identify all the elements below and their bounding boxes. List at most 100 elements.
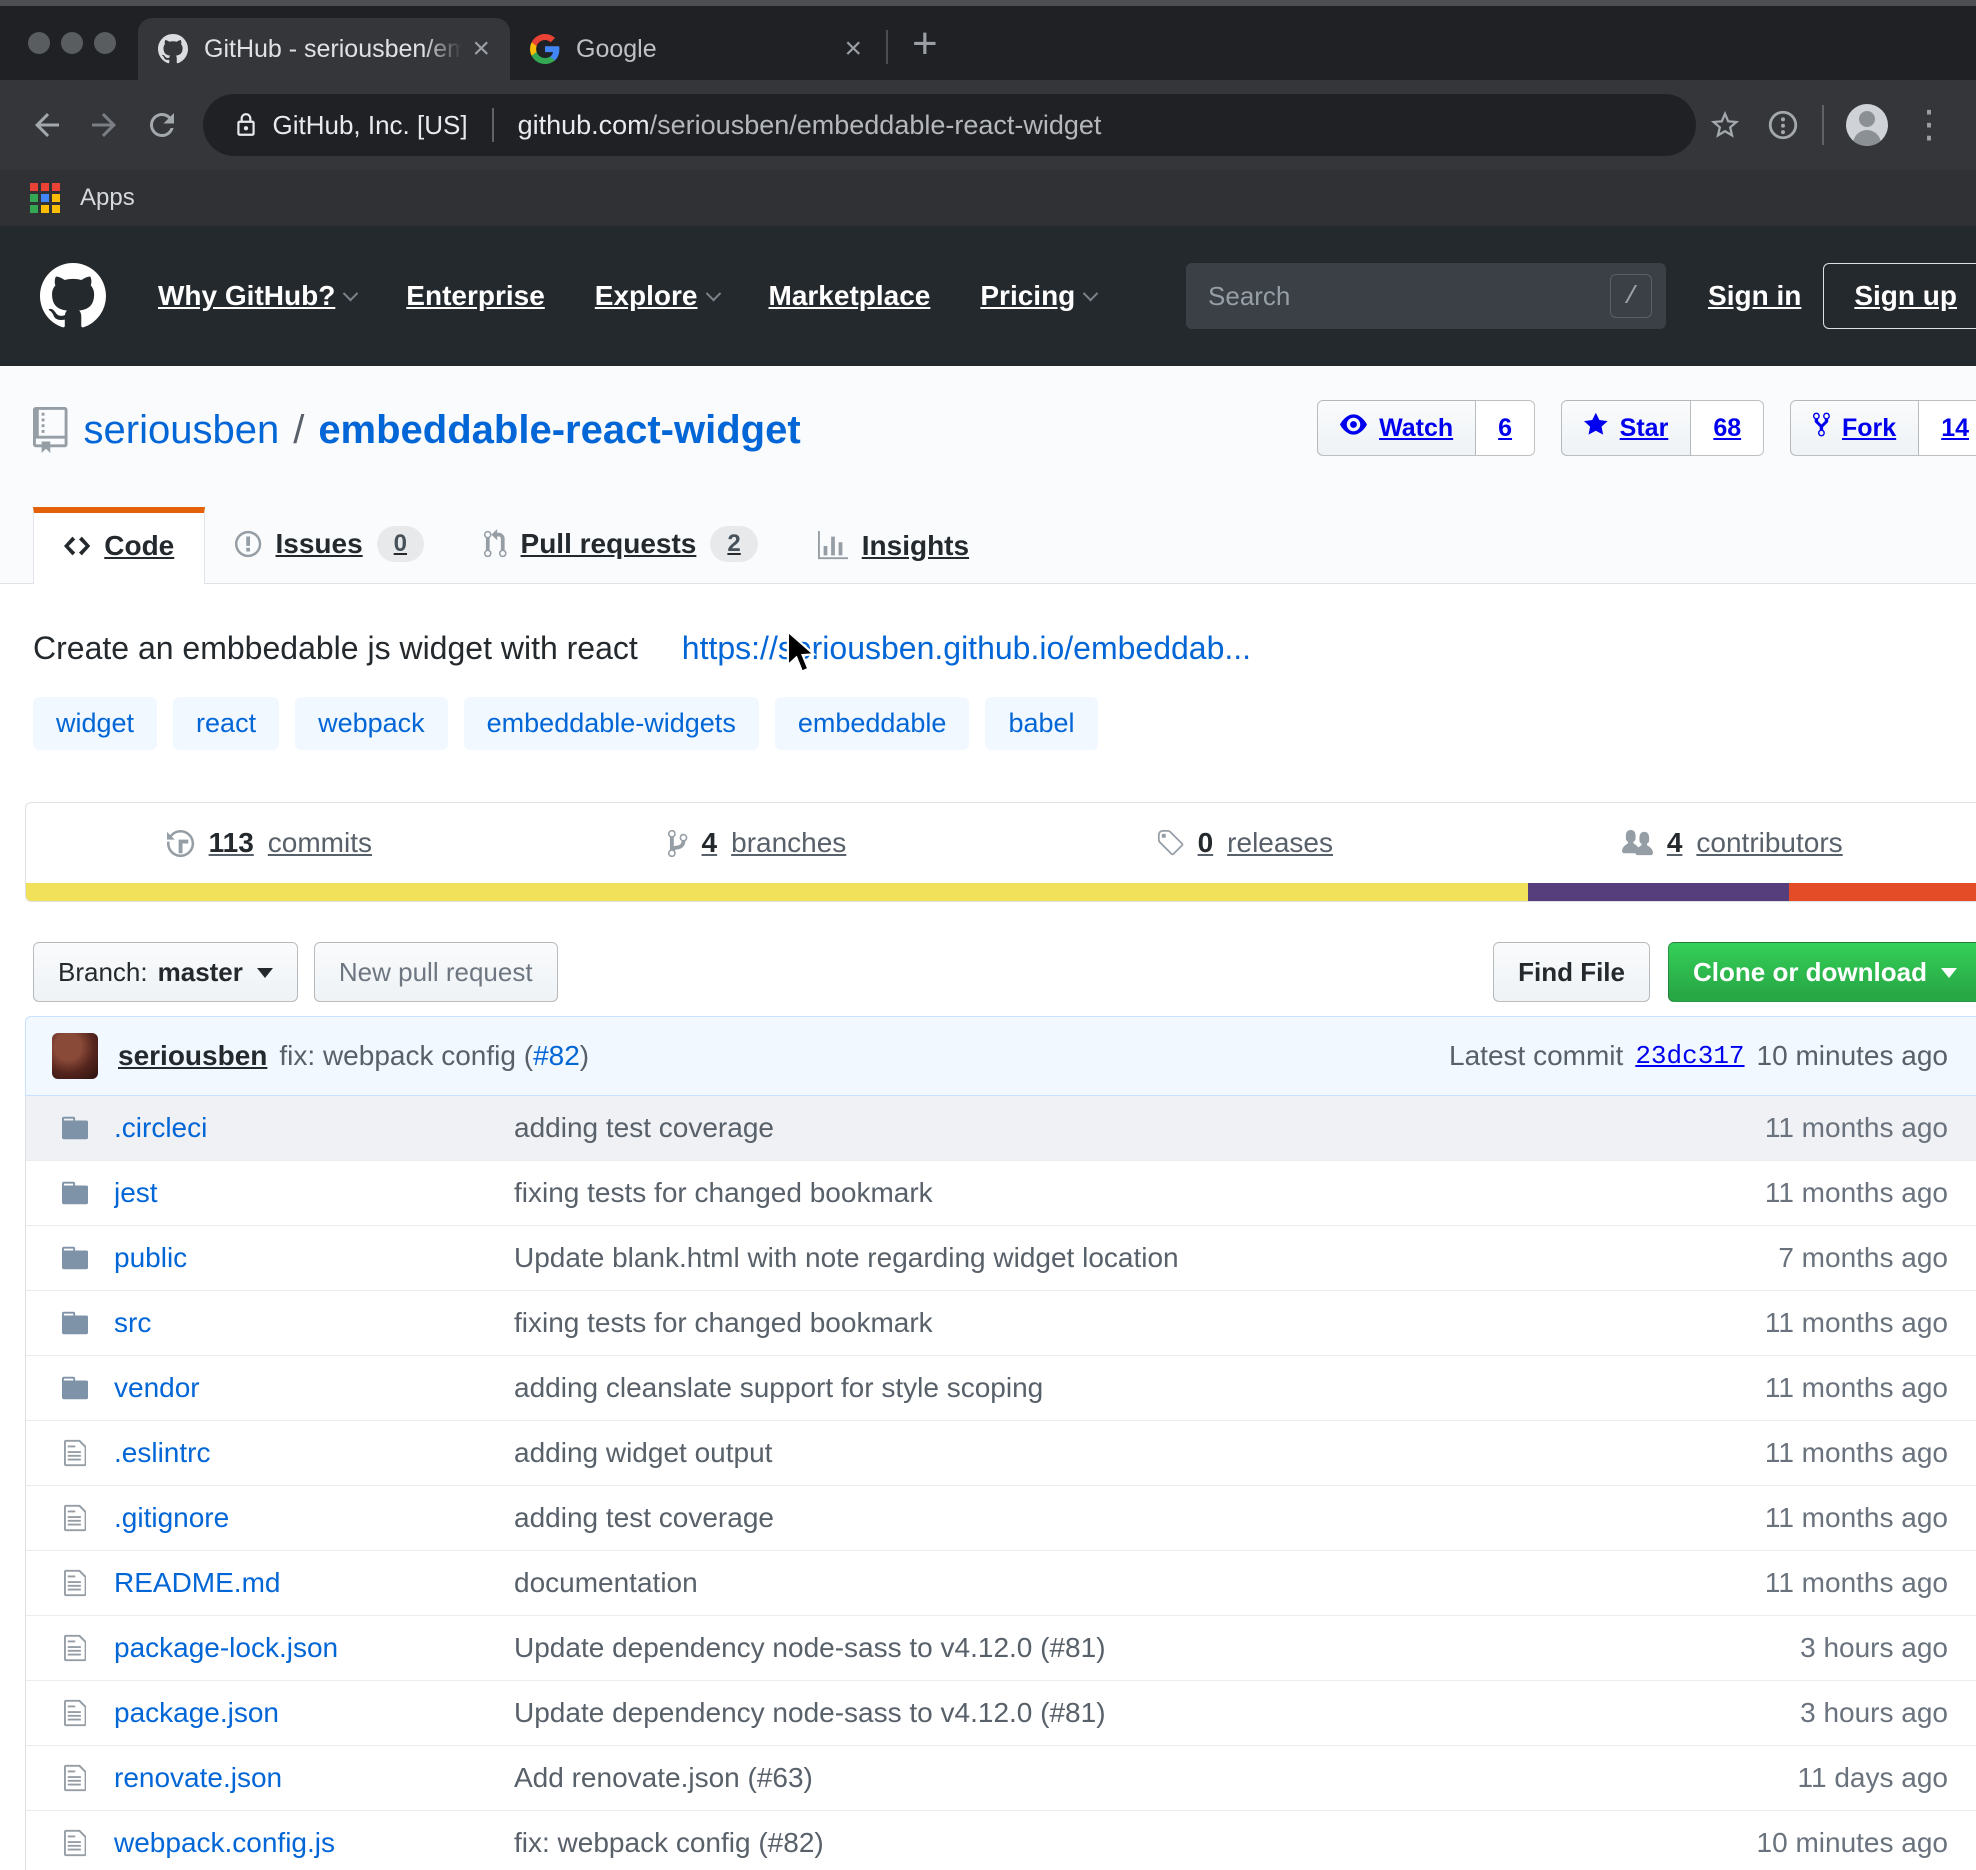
- file-name-link[interactable]: .gitignore: [114, 1502, 514, 1534]
- github-logo-icon[interactable]: [40, 263, 106, 329]
- file-commit-message[interactable]: adding test coverage: [514, 1502, 1631, 1534]
- file-commit-message[interactable]: Update blank.html with note regarding wi…: [514, 1242, 1631, 1274]
- back-icon[interactable]: [18, 96, 76, 154]
- nav-item[interactable]: Why GitHub?: [158, 280, 356, 312]
- address-bar[interactable]: GitHub, Inc. [US] github.com /seriousben…: [203, 94, 1697, 156]
- browser-tab-github[interactable]: GitHub - seriousben/embeddab ×: [138, 18, 510, 80]
- close-icon[interactable]: ×: [472, 34, 490, 64]
- repo-tab[interactable]: Code: [33, 507, 205, 584]
- file-row[interactable]: renovate.json Add renovate.json (#63) 11…: [26, 1746, 1976, 1811]
- file-commit-message[interactable]: adding test coverage: [514, 1112, 1631, 1144]
- nav-item[interactable]: Pricing: [980, 280, 1096, 312]
- language-segment[interactable]: [26, 883, 1528, 901]
- file-name-link[interactable]: package.json: [114, 1697, 514, 1729]
- file-name-link[interactable]: package-lock.json: [114, 1632, 514, 1664]
- search-input[interactable]: [1208, 281, 1610, 312]
- file-commit-message[interactable]: adding widget output: [514, 1437, 1631, 1469]
- file-row[interactable]: src fixing tests for changed bookmark 11…: [26, 1291, 1976, 1356]
- repo-owner-link[interactable]: seriousben: [84, 408, 280, 453]
- file-commit-message[interactable]: documentation: [514, 1567, 1631, 1599]
- topic-tag[interactable]: widget: [33, 697, 157, 750]
- file-name-link[interactable]: public: [114, 1242, 514, 1274]
- file-name-link[interactable]: .circleci: [114, 1112, 514, 1144]
- window-controls[interactable]: [18, 6, 138, 80]
- repo-action-count[interactable]: 14: [1919, 400, 1976, 456]
- nav-item[interactable]: Marketplace: [769, 280, 931, 312]
- nav-item[interactable]: Enterprise: [406, 280, 545, 312]
- file-commit-message[interactable]: fixing tests for changed bookmark: [514, 1177, 1631, 1209]
- repo-stat[interactable]: 0releases: [1001, 827, 1489, 859]
- topic-tag[interactable]: embeddable: [775, 697, 970, 750]
- file-name-link[interactable]: renovate.json: [114, 1762, 514, 1794]
- repo-stat[interactable]: 4contributors: [1489, 827, 1976, 859]
- issue-link[interactable]: #82: [533, 1040, 580, 1071]
- repo-website-link[interactable]: https://seriousben.github.io/embeddab...: [682, 630, 1251, 667]
- topic-tag[interactable]: webpack: [295, 697, 448, 750]
- repo-stat[interactable]: 113commits: [26, 827, 514, 859]
- repo-tab[interactable]: Issues0: [205, 504, 454, 584]
- file-name-link[interactable]: jest: [114, 1177, 514, 1209]
- file-name-link[interactable]: README.md: [114, 1567, 514, 1599]
- new-pull-request-button[interactable]: New pull request: [314, 942, 558, 1002]
- file-row[interactable]: package.json Update dependency node-sass…: [26, 1681, 1976, 1746]
- close-icon[interactable]: ×: [844, 34, 862, 64]
- browser-extension-icon[interactable]: [1754, 96, 1812, 154]
- file-name-link[interactable]: src: [114, 1307, 514, 1339]
- window-control-dot[interactable]: [28, 32, 50, 54]
- file-name-link[interactable]: webpack.config.js: [114, 1827, 514, 1859]
- file-commit-message[interactable]: Update dependency node-sass to v4.12.0 (…: [514, 1697, 1631, 1729]
- repo-action-button[interactable]: Watch: [1317, 400, 1476, 456]
- file-row[interactable]: vendor adding cleanslate support for sty…: [26, 1356, 1976, 1421]
- file-row[interactable]: .eslintrc adding widget output 11 months…: [26, 1421, 1976, 1486]
- window-control-dot[interactable]: [94, 32, 116, 54]
- language-segment[interactable]: [1528, 883, 1789, 901]
- topic-tag[interactable]: react: [173, 697, 279, 750]
- file-row[interactable]: README.md documentation 11 months ago: [26, 1551, 1976, 1616]
- repo-action-button[interactable]: Fork: [1790, 400, 1919, 456]
- file-name-link[interactable]: .eslintrc: [114, 1437, 514, 1469]
- forward-icon[interactable]: [76, 96, 134, 154]
- repo-action-button[interactable]: Star: [1561, 400, 1691, 456]
- language-segment[interactable]: [1789, 883, 1976, 901]
- file-name-link[interactable]: vendor: [114, 1372, 514, 1404]
- sign-up-button[interactable]: Sign up: [1823, 263, 1976, 329]
- new-tab-icon[interactable]: +: [912, 22, 938, 66]
- file-commit-message[interactable]: Update dependency node-sass to v4.12.0 (…: [514, 1632, 1631, 1664]
- apps-grid-icon[interactable]: [30, 183, 60, 213]
- window-control-dot[interactable]: [61, 32, 83, 54]
- find-file-button[interactable]: Find File: [1493, 942, 1650, 1002]
- commit-sha-link[interactable]: 23dc317: [1635, 1041, 1744, 1071]
- file-row[interactable]: jest fixing tests for changed bookmark 1…: [26, 1161, 1976, 1226]
- topic-tag[interactable]: babel: [985, 697, 1097, 750]
- nav-item[interactable]: Explore: [595, 280, 719, 312]
- branch-select-button[interactable]: Branch: master: [33, 942, 298, 1002]
- repo-action-count[interactable]: 6: [1476, 400, 1535, 456]
- repo-action-group: Watch 6: [1317, 400, 1535, 456]
- file-row[interactable]: webpack.config.js fix: webpack config (#…: [26, 1811, 1976, 1870]
- file-commit-message[interactable]: fix: webpack config (#82): [514, 1827, 1631, 1859]
- topic-tag[interactable]: embeddable-widgets: [464, 697, 759, 750]
- commit-author-avatar[interactable]: [52, 1033, 98, 1079]
- repo-stat[interactable]: 4branches: [514, 827, 1002, 859]
- file-commit-message[interactable]: adding cleanslate support for style scop…: [514, 1372, 1631, 1404]
- clone-or-download-button[interactable]: Clone or download: [1668, 942, 1976, 1002]
- sign-in-link[interactable]: Sign in: [1708, 280, 1801, 312]
- repo-tab[interactable]: Pull requests2: [454, 504, 788, 584]
- bookmark-star-icon[interactable]: [1696, 96, 1754, 154]
- github-search-box[interactable]: /: [1186, 263, 1666, 329]
- apps-label[interactable]: Apps: [80, 184, 135, 212]
- file-row[interactable]: package-lock.json Update dependency node…: [26, 1616, 1976, 1681]
- repo-tab[interactable]: Insights: [788, 508, 999, 584]
- file-row[interactable]: public Update blank.html with note regar…: [26, 1226, 1976, 1291]
- file-commit-message[interactable]: fixing tests for changed bookmark: [514, 1307, 1631, 1339]
- browser-profile-avatar[interactable]: [1846, 104, 1888, 146]
- repo-name-link[interactable]: embeddable-react-widget: [318, 408, 800, 453]
- browser-tab-google[interactable]: Google ×: [510, 18, 882, 80]
- reload-icon[interactable]: [133, 96, 191, 154]
- commit-author-link[interactable]: seriousben: [118, 1040, 267, 1072]
- file-row[interactable]: .gitignore adding test coverage 11 month…: [26, 1486, 1976, 1551]
- repo-action-count[interactable]: 68: [1691, 400, 1764, 456]
- file-commit-message[interactable]: Add renovate.json (#63): [514, 1762, 1631, 1794]
- file-row[interactable]: .circleci adding test coverage 11 months…: [26, 1096, 1976, 1161]
- browser-menu-icon[interactable]: ⋮: [1900, 106, 1958, 144]
